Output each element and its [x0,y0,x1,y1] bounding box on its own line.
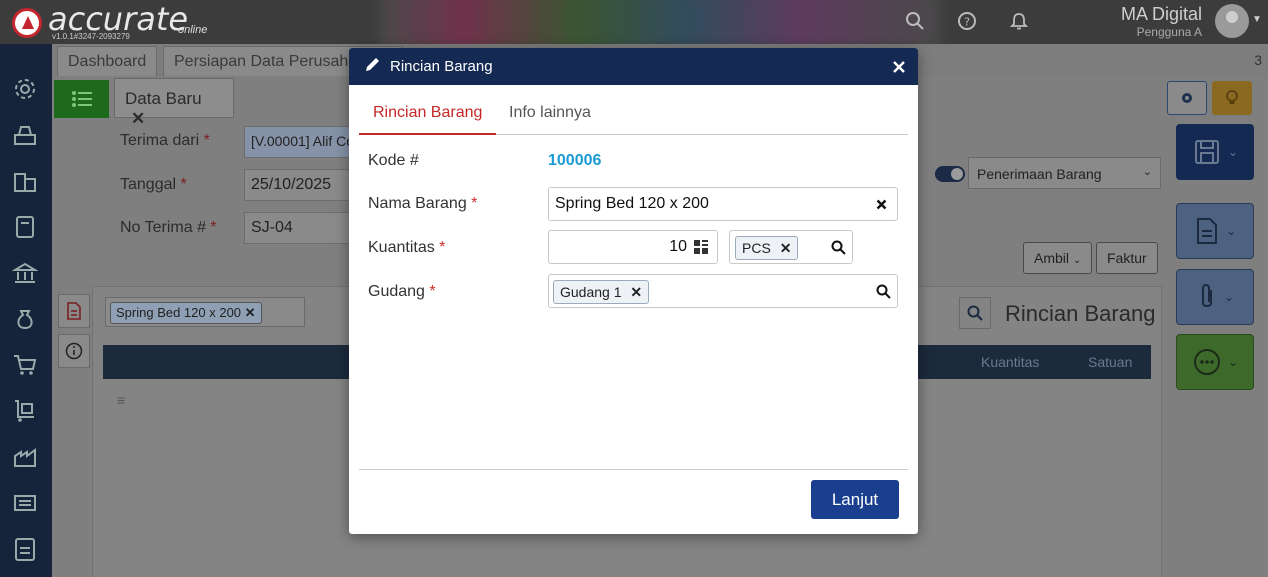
factory-icon[interactable] [10,442,40,472]
chevron-down-icon: ⌄ [1227,355,1239,369]
kuantitas-input[interactable]: 10 [548,230,718,264]
search-icon[interactable] [831,240,846,260]
tab-rincian-barang[interactable]: Rincian Barang [359,104,497,135]
tab-dashboard[interactable]: Dashboard [57,46,157,76]
modal-footer-divider [359,469,908,470]
report-icon[interactable] [10,488,40,518]
sidebar [0,44,52,577]
tab-data-baru-label: Data Baru [125,89,202,108]
chevron-down-icon[interactable]: ▼ [1252,14,1262,25]
modal-title: Rincian Barang [390,58,493,75]
gudang-label: Gudang * [368,283,436,300]
save-button[interactable]: ⌄ [1176,124,1254,180]
tab-data-baru[interactable]: Data Baru ✕ [114,78,234,128]
clear-icon[interactable] [876,197,887,215]
close-icon[interactable]: ✕ [780,240,792,256]
help-icon[interactable]: ? [956,10,978,32]
ledger-icon[interactable] [10,212,40,242]
search-icon[interactable] [904,10,926,32]
close-icon[interactable]: ✕ [131,109,145,128]
attachment-button[interactable]: ⌄ [1176,269,1254,325]
detail-title: Rincian Barang [1005,301,1156,326]
col-satuan[interactable]: Satuan [1088,354,1132,370]
item-detail-modal: Rincian Barang Rincian Barang Info lainn… [349,48,918,534]
type-select-value: Penerimaan Barang [977,166,1102,182]
bell-icon[interactable] [1008,10,1030,32]
chevron-down-icon: ⌄ [1072,255,1082,266]
col-kuantitas[interactable]: Kuantitas [981,354,1039,370]
detail-tab-info[interactable] [58,334,90,368]
tanggal-field[interactable]: 25/10/2025 [244,169,354,201]
list-view-button[interactable] [54,80,109,118]
tab-info-lainnya[interactable]: Info lainnya [495,104,605,135]
no-terima-field[interactable]: SJ-04 [244,212,354,244]
terima-dari-label: Terima dari * [120,132,210,149]
document-button[interactable]: ⌄ [1176,203,1254,259]
type-toggle[interactable] [935,166,965,182]
user-name: MA Digital [1120,4,1202,24]
tanggal-label: Tanggal * [120,176,187,193]
company-icon[interactable] [10,166,40,196]
detail-search-button[interactable] [959,297,991,329]
close-icon: ✕ [244,305,256,320]
search-icon[interactable] [876,284,891,304]
detail-search-box[interactable]: Spring Bed 120 x 200 ✕ [105,297,305,327]
sales-icon[interactable] [10,120,40,150]
settings-gear-icon[interactable] [10,74,40,104]
logo-mark-icon [12,8,42,38]
nama-barang-input[interactable]: Spring Bed 120 x 200 [548,187,898,221]
ambil-button[interactable]: Ambil ⌄ [1023,242,1093,274]
type-select[interactable]: Penerimaan Barang ⌄ [968,157,1161,189]
chevron-down-icon: ⌄ [1227,145,1239,159]
gudang-chip-label: Gudang 1 [560,284,622,300]
chevron-down-icon: ⌄ [1223,290,1235,304]
satuan-chip[interactable]: PCS ✕ [735,236,799,260]
version-text: v1.0.1#3247-2093279 [52,32,130,41]
modal-header: Rincian Barang [349,48,918,85]
chevron-down-icon: ⌄ [1225,224,1237,238]
satuan-input[interactable]: PCS ✕ [729,230,853,264]
row-menu-icon[interactable]: ≡ [117,392,125,408]
detail-tab-items[interactable] [58,294,90,328]
bank-icon[interactable] [10,258,40,288]
settings-button[interactable] [1167,81,1207,115]
modal-close-button[interactable] [892,54,906,80]
cart-icon[interactable] [10,350,40,380]
detail-filter-chip[interactable]: Spring Bed 120 x 200 ✕ [110,302,262,324]
user-info[interactable]: MA Digital Pengguna A [1110,4,1202,39]
avatar[interactable] [1215,4,1249,38]
inventory-cart-icon[interactable] [10,396,40,426]
faktur-button[interactable]: Faktur [1096,242,1158,274]
more-options-button[interactable]: ⌄ [1176,334,1254,390]
calculator-icon[interactable] [694,240,708,259]
pencil-icon [363,56,381,79]
nama-barang-label: Nama Barang * [368,195,478,212]
nama-barang-value: Spring Bed 120 x 200 [555,195,709,212]
kode-value: 100006 [548,152,602,169]
user-role: Pengguna A [1136,25,1202,39]
svg-text:?: ? [964,16,970,29]
gudang-chip[interactable]: Gudang 1 ✕ [553,280,650,304]
satuan-chip-label: PCS [742,240,771,256]
ambil-label: Ambil [1034,250,1070,266]
top-bar: accurate online v1.0.1#3247-2093279 ? MA… [0,0,1268,44]
no-terima-label: No Terima # * [120,219,217,236]
brand-sub: online [178,24,208,36]
terima-dari-field[interactable]: [V.00001] Alif Co [244,126,354,158]
kode-label: Kode # [368,152,419,169]
lanjut-button[interactable]: Lanjut [811,480,899,519]
money-bag-icon[interactable] [10,304,40,334]
close-icon[interactable]: ✕ [630,284,642,300]
tax-icon[interactable] [10,534,40,564]
kuantitas-value: 10 [669,238,687,255]
app-logo[interactable]: accurate online v1.0.1#3247-2093279 [10,0,220,42]
chevron-down-icon: ⌄ [1142,166,1152,178]
lightbulb-button[interactable] [1212,81,1252,115]
tab-count[interactable]: 3 [1254,52,1262,68]
gudang-input[interactable]: Gudang 1 ✕ [548,274,898,308]
header-decoration [380,0,940,44]
modal-tabs: Rincian Barang Info lainnya [359,96,908,135]
kuantitas-label: Kuantitas * [368,239,446,256]
